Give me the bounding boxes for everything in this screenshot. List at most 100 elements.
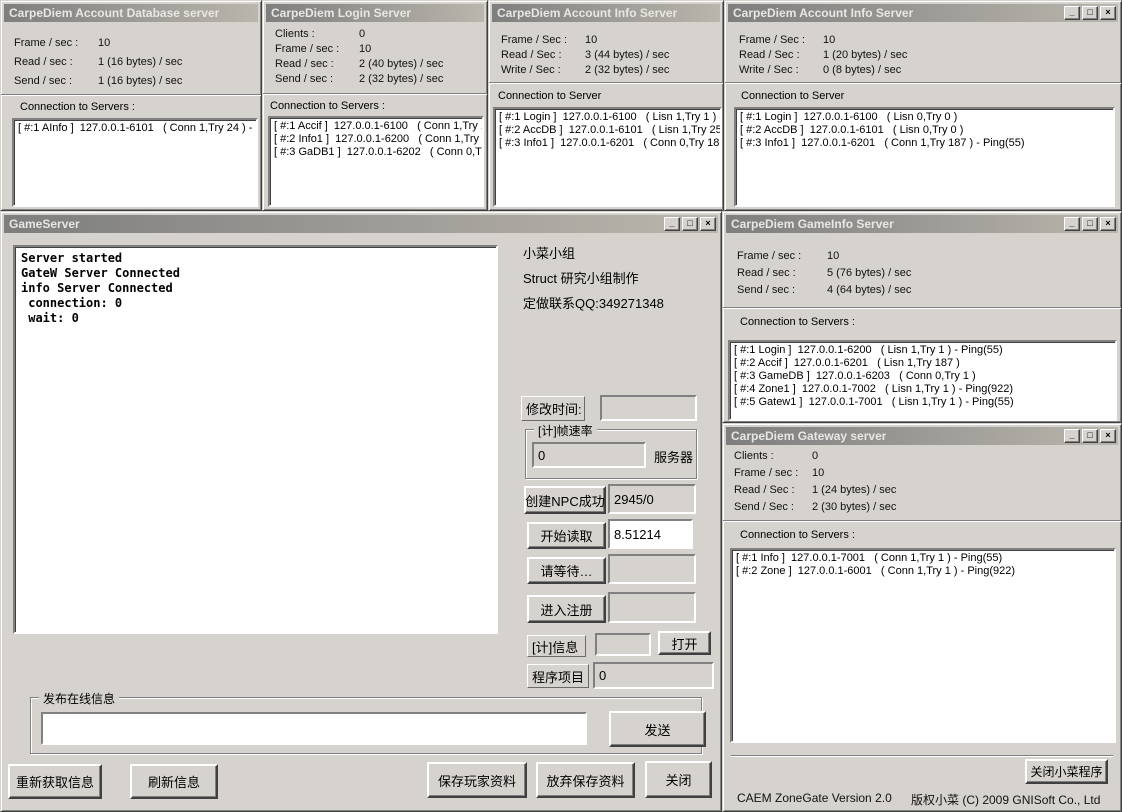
connection-item[interactable]: [ #:3 GameDB ] 127.0.0.1-6203 ( Conn 0,T… [734,370,1113,383]
maximize-icon: □ [1083,7,1097,18]
enter-register-button[interactable]: 进入注册 [527,595,606,623]
connection-item[interactable]: [ #:1 Login ] 127.0.0.1-6100 ( Lisn 1,Tr… [499,111,718,124]
stats-panel: Frame / sec :10 Read / sec :1 (16 bytes)… [14,37,182,94]
titlebar[interactable]: CarpeDiem Login Server [266,4,484,22]
server-log[interactable]: Server started GateW Server Connected in… [13,245,498,634]
maximize-button[interactable]: □ [682,217,698,231]
stat-value: 2 (30 bytes) / sec [812,501,896,513]
stat-label: Frame / sec : [737,250,827,263]
counter-info-field[interactable] [595,633,651,656]
program-item-field[interactable] [593,662,714,689]
stat-value: 2 (40 bytes) / sec [359,58,443,70]
stat-label: Send / sec : [737,284,827,297]
send-button[interactable]: 发送 [609,711,706,747]
window-title: CarpeDiem Account Info Server [733,6,913,20]
read-value-field[interactable] [608,519,693,549]
stat-label: Send / sec : [14,75,98,88]
npc-count-field[interactable] [608,484,696,514]
stat-value: 10 [812,467,824,479]
connection-item[interactable]: [ #:4 Zone1 ] 127.0.0.1-7002 ( Lisn 1,Tr… [734,383,1113,396]
log-line: Server started [21,251,490,266]
window-title: CarpeDiem Account Info Server [497,6,677,20]
minimize-button[interactable]: _ [664,217,680,231]
stat-label: Read / Sec : [739,49,823,62]
program-item-label: 程序项目 [527,664,589,688]
connection-item[interactable]: [ #:1 Login ] 127.0.0.1-6100 ( Lisn 0,Tr… [740,111,1111,124]
close-icon: × [701,218,715,229]
close-button[interactable]: × [1100,217,1116,231]
connection-item[interactable]: [ #:1 AInfo ] 127.0.0.1-6101 ( Conn 1,Tr… [18,122,254,135]
stat-value: 0 (8 bytes) / sec [823,64,901,76]
modify-time-field[interactable] [600,395,697,421]
connection-item[interactable]: [ #:2 Info1 ] 127.0.0.1-6200 ( Conn 1,Tr… [274,133,480,146]
minimize-button[interactable]: _ [1064,217,1080,231]
save-player-data-button[interactable]: 保存玩家资料 [427,762,527,798]
connection-item[interactable]: [ #:1 Info ] 127.0.0.1-7001 ( Conn 1,Try… [736,552,1112,565]
minimize-button[interactable]: _ [1064,429,1080,443]
connection-item[interactable]: [ #:2 AccDB ] 127.0.0.1-6101 ( Lisn 0,Tr… [740,124,1111,137]
stat-value: 10 [823,34,835,46]
connection-item[interactable]: [ #:3 Info1 ] 127.0.0.1-6201 ( Conn 1,Tr… [740,137,1111,150]
close-window-button[interactable]: 关闭 [645,761,712,798]
stat-value: 1 (16 bytes) / sec [98,75,182,87]
connection-item[interactable]: [ #:2 AccDB ] 127.0.0.1-6101 ( Lisn 1,Tr… [499,124,718,137]
titlebar[interactable]: CarpeDiem Account Info Server [492,4,720,22]
close-button[interactable]: × [1100,6,1116,20]
connections-listbox[interactable]: [ #:1 Info ] 127.0.0.1-7001 ( Conn 1,Try… [730,548,1116,743]
stat-value: 1 (16 bytes) / sec [98,56,182,68]
please-wait-button[interactable]: 请等待… [527,557,606,584]
register-field[interactable] [608,592,696,623]
close-app-button[interactable]: 关闭小菜程序 [1025,759,1108,784]
close-icon: × [1101,430,1115,441]
titlebar[interactable]: CarpeDiem Account Info Server _ □ × [728,4,1118,22]
connection-item[interactable]: [ #:2 Accif ] 127.0.0.1-6201 ( Lisn 1,Tr… [734,357,1113,370]
connections-listbox[interactable]: [ #:1 Login ] 127.0.0.1-6200 ( Lisn 1,Tr… [728,340,1117,421]
desktop: CarpeDiem Account Database server Frame … [0,0,1122,812]
connection-item[interactable]: [ #:2 Zone ] 127.0.0.1-6001 ( Conn 1,Try… [736,565,1112,578]
connection-item[interactable]: [ #:1 Accif ] 127.0.0.1-6100 ( Conn 1,Tr… [274,120,480,133]
connections-listbox[interactable]: [ #:1 Accif ] 127.0.0.1-6100 ( Conn 1,Tr… [268,116,484,207]
close-button[interactable]: × [700,217,716,231]
connection-item[interactable]: [ #:3 GaDB1 ] 127.0.0.1-6202 ( Conn 0,Tr… [274,146,480,159]
maximize-button[interactable]: □ [1082,6,1098,20]
divider [723,520,1121,522]
stat-value: 1 (20 bytes) / sec [823,49,907,61]
stats-panel: Frame / Sec :10 Read / Sec :3 (44 bytes)… [501,34,669,79]
divider [1,94,261,96]
titlebar[interactable]: CarpeDiem Gateway server _ □ × [726,427,1118,445]
stats-panel: Clients :0 Frame / sec :10 Read / Sec :1… [734,450,896,518]
connection-item[interactable]: [ #:1 Login ] 127.0.0.1-6200 ( Lisn 1,Tr… [734,344,1113,357]
refetch-info-button[interactable]: 重新获取信息 [8,764,102,799]
titlebar[interactable]: CarpeDiem Account Database server [4,4,258,22]
connections-listbox[interactable]: [ #:1 Login ] 127.0.0.1-6100 ( Lisn 1,Tr… [493,107,722,207]
connections-listbox[interactable]: [ #:1 Login ] 127.0.0.1-6100 ( Lisn 0,Tr… [734,107,1115,207]
stat-value: 0 [812,450,818,462]
maximize-button[interactable]: □ [1082,429,1098,443]
discard-save-button[interactable]: 放弃保存资料 [536,762,635,798]
close-button[interactable]: × [1100,429,1116,443]
start-read-button[interactable]: 开始读取 [527,522,606,549]
open-button[interactable]: 打开 [658,631,711,655]
stats-panel: Frame / Sec :10 Read / Sec :1 (20 bytes)… [739,34,907,79]
modify-time-label: 修改时间: [521,396,585,421]
stat-label: Send / sec : [275,73,359,86]
maximize-button[interactable]: □ [1082,217,1098,231]
window-account-database-server: CarpeDiem Account Database server Frame … [0,0,262,211]
framerate-input[interactable] [532,442,646,468]
wait-field[interactable] [608,554,696,584]
stat-label: Read / Sec : [734,484,812,497]
server-label: 服务器 [654,447,693,466]
refresh-info-button[interactable]: 刷新信息 [130,764,218,799]
log-line: info Server Connected [21,281,490,296]
connection-item[interactable]: [ #:3 Info1 ] 127.0.0.1-6201 ( Conn 0,Tr… [499,137,718,150]
window-title: CarpeDiem Account Database server [9,6,219,20]
maximize-icon: □ [683,218,697,229]
minimize-button[interactable]: _ [1064,6,1080,20]
broadcast-input[interactable] [41,712,587,745]
titlebar[interactable]: GameServer _ □ × [4,215,718,233]
connection-item[interactable]: [ #:5 Gatew1 ] 127.0.0.1-7001 ( Lisn 1,T… [734,396,1113,409]
titlebar[interactable]: CarpeDiem GameInfo Server _ □ × [726,215,1118,233]
connections-listbox[interactable]: [ #:1 AInfo ] 127.0.0.1-6101 ( Conn 1,Tr… [12,118,258,207]
create-npc-button[interactable]: 创建NPC成功 [524,486,606,514]
stat-value: 2 (32 bytes) / sec [585,64,669,76]
